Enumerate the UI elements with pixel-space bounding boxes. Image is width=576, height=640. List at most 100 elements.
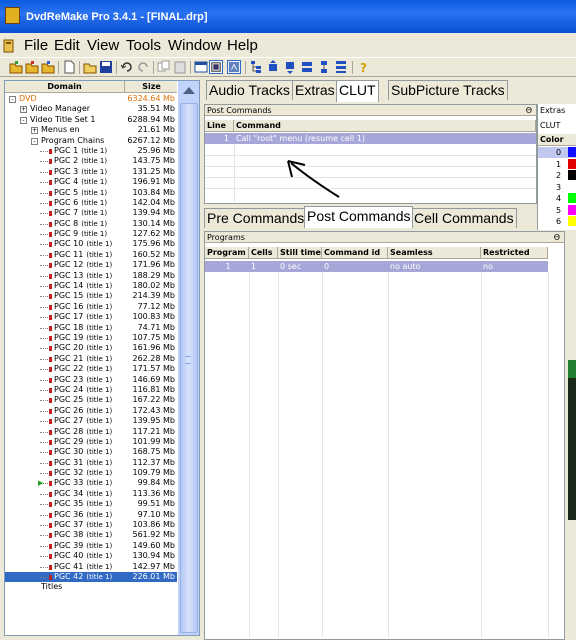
tree-row[interactable]: PGC 20 (title 1) 161.96 Mb <box>5 343 177 353</box>
tree-row[interactable]: PGC 23 (title 1) 146.69 Mb <box>5 375 177 385</box>
column-header-seamless[interactable]: Seamless <box>388 247 481 259</box>
redo-icon[interactable] <box>136 60 150 74</box>
tree-row[interactable]: PGC 28 (title 1) 117.21 Mb <box>5 427 177 437</box>
tree-row[interactable]: - DVD 6324.64 Mb <box>5 94 177 104</box>
collapse-icon[interactable]: - <box>20 116 27 124</box>
column-header-color[interactable]: Color <box>538 134 576 146</box>
tree-row[interactable]: PGC 14 (title 1) 180.02 Mb <box>5 281 177 291</box>
tree-row[interactable]: - Video Title Set 1 6288.94 Mb <box>5 115 177 125</box>
menu-view[interactable]: View <box>87 37 119 54</box>
clut-color-swatch[interactable] <box>568 170 576 180</box>
tree-row[interactable]: PGC 34 (title 1) 113.36 Mb <box>5 489 177 499</box>
tree-row[interactable]: PGC 19 (title 1) 107.75 Mb <box>5 333 177 343</box>
tree-row[interactable]: PGC 17 (title 1) 100.83 Mb <box>5 312 177 322</box>
column-header-restricted[interactable]: Restricted <box>481 247 548 259</box>
export-icon[interactable] <box>41 60 55 74</box>
tab-cell-commands[interactable]: Cell Commands <box>411 208 517 228</box>
copy-icon[interactable] <box>157 60 171 74</box>
tree-row[interactable]: PGC 10 (title 1) 175.96 Mb <box>5 239 177 249</box>
collapse-icon[interactable]: - <box>9 96 16 103</box>
column-header-command[interactable]: Command <box>234 120 536 132</box>
tree-row[interactable]: PGC 30 (title 1) 168.75 Mb <box>5 447 177 457</box>
program-seamless[interactable]: no auto <box>388 262 421 272</box>
tree-row[interactable]: PGC 40 (title 1) 130.94 Mb <box>5 551 177 561</box>
undo-icon[interactable] <box>120 60 134 74</box>
open-folder-icon[interactable] <box>83 60 97 74</box>
program-restricted[interactable]: no <box>481 262 493 272</box>
tree-row[interactable]: PGC 32 (title 1) 109.79 Mb <box>5 468 177 478</box>
tree-row[interactable]: PGC 29 (title 1) 101.99 Mb <box>5 437 177 447</box>
tree-row[interactable]: PGC 9 (title 1) 127.62 Mb <box>5 229 177 239</box>
tree-row[interactable]: PGC 13 (title 1) 188.29 Mb <box>5 271 177 281</box>
link-icon[interactable] <box>317 60 331 74</box>
tree-row[interactable]: PGC 25 (title 1) 167.22 Mb <box>5 395 177 405</box>
expand-icon[interactable]: + <box>20 106 27 114</box>
paste-icon[interactable] <box>173 60 187 74</box>
save-icon[interactable] <box>99 60 113 74</box>
tree-row[interactable]: PGC 12 (title 1) 171.96 Mb <box>5 260 177 270</box>
tree-row[interactable]: PGC 2 (title 1) 143.75 Mb <box>5 156 177 166</box>
tree-row[interactable]: PGC 26 (title 1) 172.43 Mb <box>5 406 177 416</box>
clut-color-swatch[interactable] <box>568 193 576 203</box>
new-file-icon[interactable] <box>62 60 76 74</box>
tree-row[interactable]: PGC 6 (title 1) 142.04 Mb <box>5 198 177 208</box>
tree-row[interactable]: PGC 1 (title 1) 25.96 Mb <box>5 146 177 156</box>
program-command-id[interactable]: 0 <box>322 262 329 272</box>
command-text[interactable]: Call "root" menu (resume cell 1) <box>234 134 365 144</box>
tree-row[interactable]: ▶ PGC 33 (title 1) 99.84 Mb <box>5 478 177 488</box>
tree-row[interactable]: PGC 24 (title 1) 116.81 Mb <box>5 385 177 395</box>
split-icon[interactable] <box>300 60 314 74</box>
clut-row[interactable]: 4 <box>538 193 576 204</box>
tree-row[interactable]: PGC 7 (title 1) 139.94 Mb <box>5 208 177 218</box>
tree-row[interactable]: + Video Manager 35.51 Mb <box>5 104 177 114</box>
tree-row[interactable]: PGC 8 (title 1) 130.14 Mb <box>5 219 177 229</box>
clut-row[interactable]: 2 <box>538 170 576 181</box>
tree-row[interactable]: PGC 4 (title 1) 196.91 Mb <box>5 177 177 187</box>
column-header-cells[interactable]: Cells <box>249 247 278 259</box>
tree-row[interactable]: PGC 18 (title 1) 74.71 Mb <box>5 323 177 333</box>
tree-row[interactable]: PGC 27 (title 1) 139.95 Mb <box>5 416 177 426</box>
tab-clut[interactable]: CLUT <box>336 80 379 102</box>
reorder-icon[interactable] <box>334 60 348 74</box>
tree-row[interactable]: PGC 38 (title 1) 561.92 Mb <box>5 530 177 540</box>
tree-row[interactable]: + Menus en 21.61 Mb <box>5 125 177 135</box>
program-still-time[interactable]: 0 sec <box>278 262 301 272</box>
preview-icon[interactable] <box>209 60 223 74</box>
column-header-domain[interactable]: Domain <box>5 81 125 93</box>
clut-color-swatch[interactable] <box>568 158 576 169</box>
tree-row[interactable]: PGC 41 (title 1) 142.97 Mb <box>5 562 177 572</box>
tab-post-commands[interactable]: Post Commands <box>304 206 414 228</box>
tree-row[interactable]: Titles <box>5 582 177 592</box>
clut-row[interactable]: 6 <box>538 216 576 227</box>
scroll-thumb[interactable] <box>180 103 198 633</box>
import-icon[interactable] <box>25 60 39 74</box>
tree-row[interactable]: - Program Chains 6267.12 Mb <box>5 136 177 146</box>
open-project-icon[interactable] <box>9 60 23 74</box>
tree-row[interactable]: PGC 11 (title 1) 160.52 Mb <box>5 250 177 260</box>
tree-row[interactable]: PGC 5 (title 1) 103.84 Mb <box>5 188 177 198</box>
menu-tools[interactable]: Tools <box>126 37 161 54</box>
tree-row[interactable]: PGC 22 (title 1) 171.57 Mb <box>5 364 177 374</box>
tree-row[interactable]: PGC 42 (title 1) 226.01 Mb <box>5 571 177 583</box>
tab-audio-tracks[interactable]: Audio Tracks <box>206 80 293 100</box>
move-up-icon[interactable] <box>266 60 280 74</box>
column-header-line[interactable]: Line <box>205 120 234 132</box>
clut-row[interactable]: 1 <box>538 158 576 170</box>
layout-icon[interactable] <box>194 60 208 74</box>
tree-row[interactable]: PGC 16 (title 1) 77.12 Mb <box>5 302 177 312</box>
collapse-icon[interactable]: - <box>31 137 38 145</box>
clut-color-swatch[interactable] <box>568 216 576 226</box>
tree-row[interactable]: PGC 36 (title 1) 97.10 Mb <box>5 510 177 520</box>
tree-row[interactable]: PGC 35 (title 1) 99.51 Mb <box>5 499 177 509</box>
column-header-command-id[interactable]: Command id <box>322 247 388 259</box>
column-header-size[interactable]: Size <box>126 81 177 93</box>
tree-row[interactable]: PGC 39 (title 1) 149.60 Mb <box>5 541 177 551</box>
tab-extras[interactable]: Extras <box>292 80 338 100</box>
pin-icon[interactable]: Θ <box>554 232 560 243</box>
clut-color-swatch[interactable] <box>568 147 576 157</box>
blank-editor-icon[interactable] <box>227 60 241 74</box>
column-header-still-time[interactable]: Still time <box>278 247 322 259</box>
tree-view-icon[interactable] <box>249 60 263 74</box>
tab-subpicture-tracks[interactable]: SubPicture Tracks <box>388 80 508 100</box>
tree-row[interactable]: PGC 37 (title 1) 103.86 Mb <box>5 520 177 530</box>
